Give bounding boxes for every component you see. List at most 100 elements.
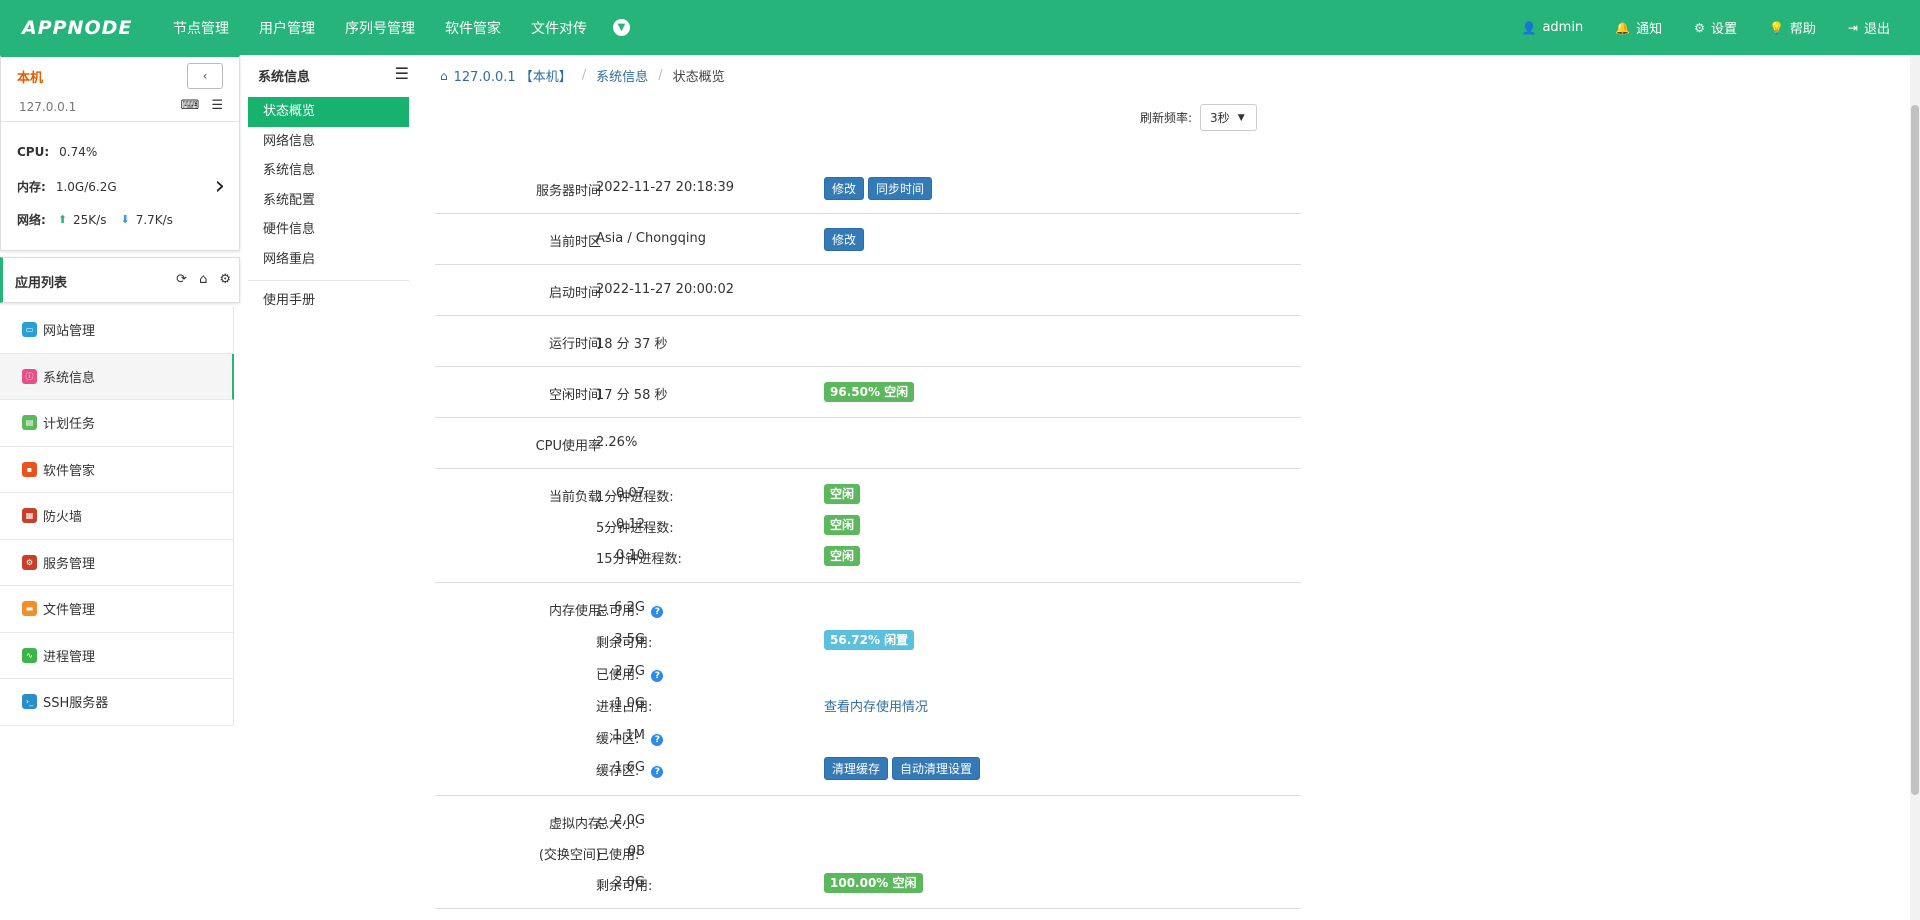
home-icon[interactable]: ⌂ bbox=[199, 272, 207, 287]
submenu-item-hardware[interactable]: 硬件信息 bbox=[248, 215, 409, 245]
scrollbar-thumb[interactable] bbox=[1911, 105, 1919, 795]
app-item-ssh[interactable]: ›_ SSH服务器 bbox=[0, 679, 234, 726]
firewall-icon: ▦ bbox=[22, 508, 37, 524]
app-item-files[interactable]: ▬ 文件管理 bbox=[0, 586, 234, 633]
memory-total-value: 6.2G bbox=[614, 600, 645, 615]
app-item-system-info[interactable]: ⓘ 系统信息 bbox=[0, 353, 234, 400]
user-menu[interactable]: 👤 admin bbox=[1522, 20, 1584, 35]
network-label: 网络: bbox=[17, 213, 46, 227]
sync-time-button[interactable]: 同步时间 bbox=[868, 177, 933, 200]
app-item-website[interactable]: ▭ 网站管理 bbox=[0, 307, 234, 354]
nav-software-manager[interactable]: 软件管家 bbox=[445, 18, 501, 38]
idle-badge: 96.50% 空闲 bbox=[824, 382, 915, 402]
edit-time-button[interactable]: 修改 bbox=[824, 177, 865, 200]
page-scrollbar[interactable] bbox=[1910, 55, 1920, 920]
view-memory-usage-link[interactable]: 查看内存使用情况 bbox=[824, 696, 928, 715]
nav-node-management[interactable]: 节点管理 bbox=[173, 18, 229, 38]
refresh-icon[interactable]: ⟳ bbox=[176, 272, 187, 287]
row-label-secondary: (交换空间) bbox=[538, 848, 601, 863]
list-icon[interactable]: ☰ bbox=[211, 98, 223, 113]
arrow-up-icon: ⬆ bbox=[57, 213, 68, 226]
chevron-down-icon[interactable]: ▼ bbox=[613, 19, 630, 36]
breadcrumb-section[interactable]: 系统信息 bbox=[596, 66, 648, 85]
app-item-services[interactable]: ⚙ 服务管理 bbox=[0, 539, 234, 586]
help-icon[interactable]: ? bbox=[651, 765, 664, 778]
activity-icon: ∿ bbox=[22, 647, 37, 663]
nav-file-transfer[interactable]: 文件对传 bbox=[531, 18, 587, 38]
divider bbox=[1, 121, 239, 122]
swap-total-value: 2.0G bbox=[614, 813, 645, 828]
edit-timezone-button[interactable]: 修改 bbox=[824, 228, 865, 251]
folder-icon: ▬ bbox=[22, 601, 37, 617]
submenu-item-manual[interactable]: 使用手册 bbox=[248, 286, 409, 316]
row-actions: 空闲 bbox=[824, 546, 861, 566]
load-value: 0.10 bbox=[616, 548, 645, 563]
row-label: 服务器时间 bbox=[535, 184, 601, 199]
top-right-menu: 👤 admin 🔔 通知 ⚙ 设置 💡 帮助 ⇥ 退出 bbox=[1490, 0, 1890, 55]
host-name[interactable]: 本机 bbox=[17, 67, 43, 86]
chevron-right-icon[interactable]: › bbox=[215, 171, 225, 201]
row-label: 空闲时间 bbox=[548, 388, 601, 403]
cpu-usage-value: 2.26% bbox=[596, 435, 638, 450]
gear-icon[interactable]: ⚙ bbox=[219, 272, 231, 287]
row-timezone: 当前时区 Asia / Chongqing 修改 bbox=[435, 214, 1301, 265]
app-item-firewall[interactable]: ▦ 防火墙 bbox=[0, 493, 234, 540]
calendar-icon: ▤ bbox=[22, 415, 37, 431]
app-item-processes[interactable]: ∿ 进程管理 bbox=[0, 632, 234, 679]
notifications-link[interactable]: 🔔 通知 bbox=[1615, 18, 1663, 38]
app-item-label: 系统信息 bbox=[43, 370, 96, 386]
submenu-item-config[interactable]: 系统配置 bbox=[248, 186, 409, 216]
terminal-icon[interactable]: ⌨ bbox=[181, 98, 200, 113]
appnode-logo[interactable]: APPNODE bbox=[22, 17, 132, 39]
host-ip: 127.0.0.1 bbox=[19, 100, 77, 114]
nav-user-management[interactable]: 用户管理 bbox=[259, 18, 315, 38]
row-actions: 空闲 bbox=[824, 515, 861, 535]
logout-label: 退出 bbox=[1863, 22, 1890, 37]
help-link[interactable]: 💡 帮助 bbox=[1769, 18, 1816, 38]
auto-clear-settings-button[interactable]: 自动清理设置 bbox=[892, 757, 981, 780]
row-actions: 96.50% 空闲 bbox=[824, 382, 915, 402]
breadcrumb-host[interactable]: 127.0.0.1 【本机】 bbox=[454, 66, 572, 85]
row-label: 启动时间 bbox=[548, 286, 601, 301]
app-list-tools: ⟳ ⌂ ⚙ bbox=[164, 272, 231, 287]
help-icon[interactable]: ? bbox=[651, 733, 664, 746]
app-item-cron[interactable]: ▤ 计划任务 bbox=[0, 400, 234, 447]
network-stat: 网络: ⬆ 25K/s ⬇ 7.7K/s bbox=[17, 211, 173, 228]
settings-label: 设置 bbox=[1710, 22, 1737, 37]
collapse-sidebar-button[interactable]: ‹ bbox=[187, 63, 223, 89]
hamburger-icon[interactable]: ☰ bbox=[395, 64, 409, 83]
breadcrumb-separator: / bbox=[658, 68, 663, 83]
submenu-item-network[interactable]: 网络信息 bbox=[248, 127, 409, 157]
settings-link[interactable]: ⚙ 设置 bbox=[1694, 18, 1737, 38]
row-label: 虚拟内存 bbox=[548, 817, 601, 832]
submenu-item-system[interactable]: 系统信息 bbox=[248, 156, 409, 186]
caret-down-icon: ▼ bbox=[1237, 112, 1245, 123]
bell-icon: 🔔 bbox=[1615, 20, 1631, 35]
row-label: CPU使用率 bbox=[535, 439, 601, 454]
row-actions: 100.00% 空闲 bbox=[824, 873, 923, 893]
info-icon: ⓘ bbox=[22, 368, 37, 384]
row-uptime: 运行时间 18 分 37 秒 bbox=[435, 316, 1301, 367]
clear-cache-button[interactable]: 清理缓存 bbox=[824, 757, 889, 780]
load-value: 0.12 bbox=[616, 517, 645, 532]
row-cpu-usage: CPU使用率 2.26% bbox=[435, 418, 1301, 469]
app-item-software[interactable]: ▪ 软件管家 bbox=[0, 446, 234, 493]
refresh-rate-select[interactable]: 3秒 ▼ bbox=[1200, 104, 1258, 131]
row-load: 当前负载 1分钟进程数: 0.07 空闲 5分钟进程数: 0.12 空闲 15分… bbox=[435, 469, 1301, 583]
row-boot-time: 启动时间 2022-11-27 20:00:02 bbox=[435, 265, 1301, 316]
terminal-icon: ›_ bbox=[22, 694, 37, 710]
home-icon: ⌂ bbox=[440, 68, 448, 83]
app-item-label: 进程管理 bbox=[43, 649, 96, 665]
load-badge: 空闲 bbox=[824, 484, 861, 504]
row-actions: 清理缓存 自动清理设置 bbox=[824, 757, 984, 780]
nav-serial-management[interactable]: 序列号管理 bbox=[345, 18, 415, 38]
submenu-item-network-restart[interactable]: 网络重启 bbox=[248, 245, 409, 275]
app-item-label: SSH服务器 bbox=[43, 696, 109, 712]
notifications-label: 通知 bbox=[1636, 22, 1663, 37]
help-icon[interactable]: ? bbox=[651, 605, 664, 618]
help-icon[interactable]: ? bbox=[651, 669, 664, 682]
logout-link[interactable]: ⇥ 退出 bbox=[1848, 18, 1890, 38]
submenu-item-overview[interactable]: 状态概览 bbox=[248, 97, 409, 127]
row-actions: 查看内存使用情况 bbox=[824, 696, 928, 715]
boot-time-value: 2022-11-27 20:00:02 bbox=[596, 282, 735, 297]
